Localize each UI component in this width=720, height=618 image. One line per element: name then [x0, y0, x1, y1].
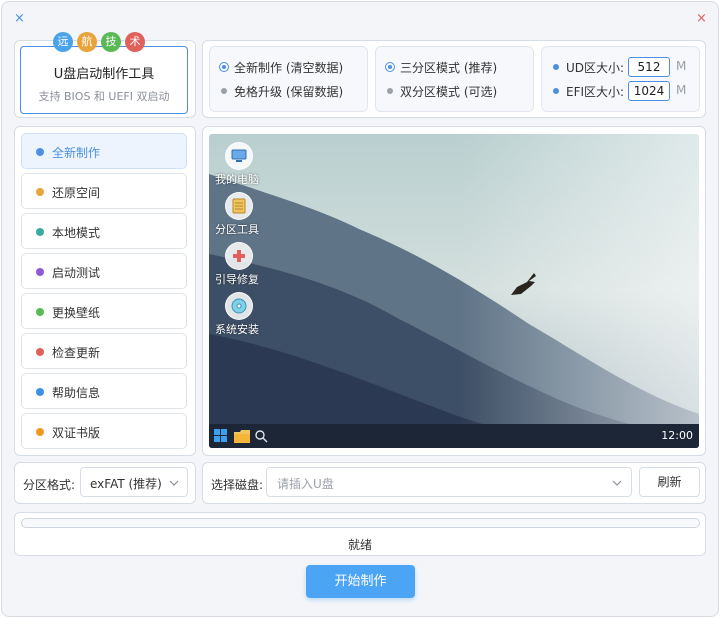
status-text: 就绪 — [347, 538, 372, 552]
format-select-value: exFAT (推荐) — [90, 477, 162, 491]
sidebar-item-boot-test[interactable]: 启动测试 — [21, 253, 187, 289]
partition-two-label[interactable]: 双分区模式 (可选) — [400, 83, 497, 100]
app-subtitle: 支持 BIOS 和 UEFI 双启动 — [38, 90, 170, 103]
progress-bar — [21, 518, 700, 528]
sidebar-item-local-mode[interactable]: 本地模式 — [21, 213, 187, 249]
ud-size-input[interactable]: 512 — [628, 57, 670, 77]
sidebar-item-label: 帮助信息 — [52, 386, 101, 400]
window-close-icon[interactable]: × — [696, 12, 707, 25]
app-logo-box: U盘启动制作工具 支持 BIOS 和 UEFI 双启动 — [20, 46, 188, 114]
start-button[interactable]: 开始制作 — [306, 565, 415, 598]
sidebar-item-dot — [36, 268, 44, 276]
chevron-down-icon — [169, 480, 179, 486]
logo-badge: 远 — [53, 32, 73, 52]
sidebar-item-dot — [36, 388, 44, 396]
efi-unit: M — [676, 83, 687, 97]
partition-three-label[interactable]: 三分区模式 (推荐) — [400, 59, 497, 76]
desktop-preview: 我的电脑 分区工具 引导修复 系统安装 12:00 — [209, 134, 699, 448]
logo-badge: 技 — [101, 32, 121, 52]
sidebar-item-dot — [36, 228, 44, 236]
partition-mode-group — [375, 46, 534, 112]
desktop-icon-install[interactable]: 系统安装 — [215, 292, 261, 337]
sidebar-item-label: 本地模式 — [52, 226, 101, 240]
disk-select-placeholder: 请插入U盘 — [277, 477, 334, 491]
sidebar-item-label: 还原空间 — [52, 186, 101, 200]
logo-badges: 远 航 技 术 — [53, 32, 145, 52]
desktop-icon-label: 系统安装 — [215, 323, 259, 336]
sidebar-item-change-wallpaper[interactable]: 更换壁纸 — [21, 293, 187, 329]
disk-select[interactable]: 请插入U盘 — [266, 467, 632, 497]
mode-group — [209, 46, 368, 112]
mode-full-label[interactable]: 全新制作 (清空数据) — [234, 59, 343, 76]
windows-start-icon[interactable] — [214, 429, 228, 443]
format-select[interactable]: exFAT (推荐) — [80, 467, 188, 497]
desktop-icon-label: 我的电脑 — [215, 173, 259, 186]
disc-icon — [225, 292, 253, 320]
partition-three-radio[interactable] — [385, 62, 395, 72]
sidebar-item-dot — [36, 148, 44, 156]
app-title: U盘启动制作工具 — [53, 67, 155, 82]
search-icon[interactable] — [255, 430, 268, 443]
desktop-icon-boot-repair[interactable]: 引导修复 — [215, 242, 261, 287]
desktop-icon-label: 分区工具 — [215, 223, 259, 236]
ud-bullet — [553, 64, 559, 70]
taskbar-clock: 12:00 — [661, 429, 693, 442]
desktop-icon-label: 引导修复 — [215, 273, 259, 286]
logo-badge: 术 — [125, 32, 145, 52]
logo-badge: 航 — [77, 32, 97, 52]
folder-icon[interactable] — [234, 430, 250, 443]
refresh-button[interactable]: 刷新 — [639, 467, 700, 497]
wallpaper-image — [209, 134, 699, 448]
sidebar-item-dot — [36, 308, 44, 316]
desktop-icon-computer[interactable]: 我的电脑 — [215, 142, 261, 187]
chevron-down-icon — [612, 480, 622, 486]
ud-size-label: UD区大小: — [566, 61, 625, 75]
efi-bullet — [553, 88, 559, 94]
ud-unit: M — [676, 59, 687, 73]
size-group — [541, 46, 700, 112]
format-label: 分区格式: — [23, 478, 76, 492]
window-close-icon-left[interactable]: × — [14, 12, 25, 25]
sidebar-item-restore-space[interactable]: 还原空间 — [21, 173, 187, 209]
sidebar-item-dot — [36, 348, 44, 356]
sidebar-item-full-create[interactable]: 全新制作 — [21, 133, 187, 169]
partition-two-bullet — [387, 88, 393, 94]
mode-full-radio[interactable] — [219, 62, 229, 72]
sidebar-item-label: 启动测试 — [52, 266, 101, 280]
sidebar-item-dual-cert[interactable]: 双证书版 — [21, 413, 187, 449]
disk-label: 选择磁盘: — [211, 478, 264, 492]
partition-tool-icon — [225, 192, 253, 220]
sidebar-item-label: 双证书版 — [52, 426, 101, 440]
efi-size-input[interactable]: 1024 — [628, 81, 670, 101]
sidebar-item-dot — [36, 188, 44, 196]
taskbar: 12:00 — [209, 424, 699, 448]
boot-repair-icon — [225, 242, 253, 270]
computer-icon — [225, 142, 253, 170]
sidebar-item-check-update[interactable]: 检查更新 — [21, 333, 187, 369]
sidebar-item-help[interactable]: 帮助信息 — [21, 373, 187, 409]
sidebar-item-dot — [36, 428, 44, 436]
sidebar-item-label: 全新制作 — [52, 146, 101, 160]
efi-size-label: EFI区大小: — [566, 85, 625, 99]
desktop-icon-partition[interactable]: 分区工具 — [215, 192, 261, 237]
mode-upgrade-label[interactable]: 免格升级 (保留数据) — [234, 83, 343, 100]
mode-upgrade-bullet — [221, 88, 227, 94]
sidebar-item-label: 检查更新 — [52, 346, 101, 360]
sidebar-item-label: 更换壁纸 — [52, 306, 101, 320]
